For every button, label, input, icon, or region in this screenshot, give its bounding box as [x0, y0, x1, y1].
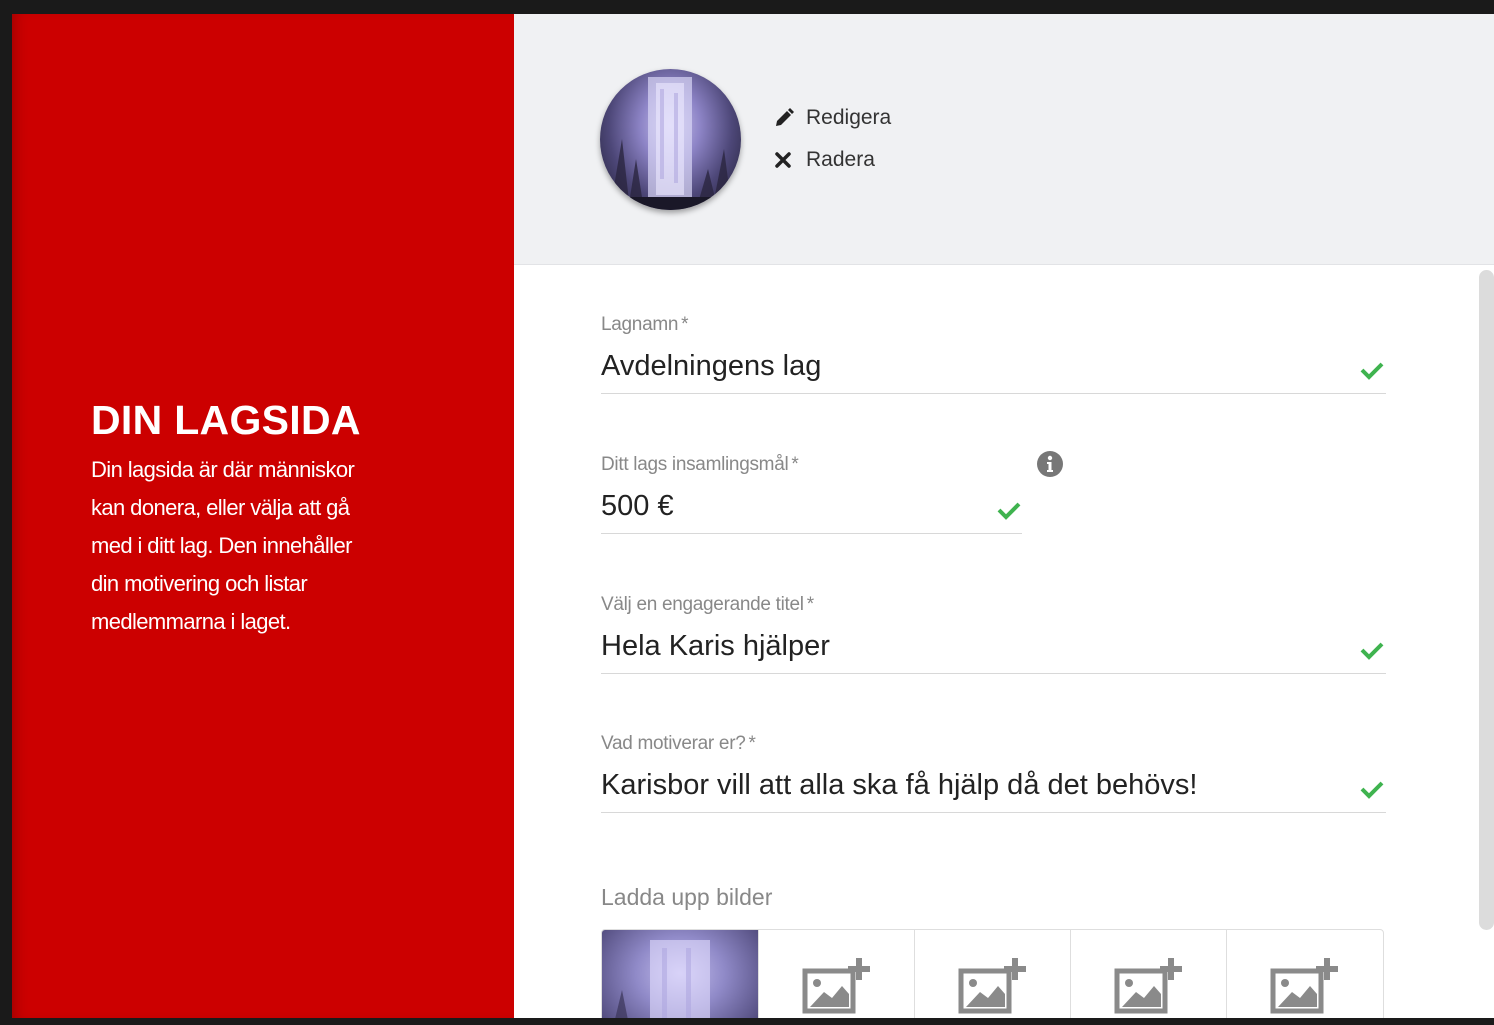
sidebar-text-line: Din lagsida är där människor	[91, 457, 355, 482]
motivation-label: Vad motiverar er? *	[601, 733, 756, 754]
team-name-input[interactable]: Avdelningens lag	[601, 350, 821, 383]
sidebar-title: DIN LAGSIDA	[91, 397, 361, 443]
goal-underline	[601, 533, 1022, 534]
edit-button[interactable]: Redigera	[774, 106, 891, 130]
sidebar-text-line: kan donera, eller välja att gå	[91, 495, 350, 520]
goal-label: Ditt lags insamlingsmål *	[601, 454, 799, 475]
check-icon	[996, 500, 1022, 520]
upload-label: Ladda upp bilder	[601, 884, 773, 910]
check-icon	[1359, 640, 1385, 660]
image-gallery	[601, 929, 1384, 1018]
add-image-icon	[1114, 958, 1184, 1018]
pencil-icon	[774, 108, 794, 128]
motivation-underline	[601, 812, 1386, 813]
motivation-input[interactable]: Karisbor vill att alla ska få hjälp då d…	[601, 769, 1197, 802]
info-icon[interactable]	[1036, 450, 1064, 478]
check-icon	[1359, 360, 1385, 380]
add-image-slot[interactable]	[1227, 930, 1383, 1018]
title-underline	[601, 673, 1386, 674]
goal-input[interactable]: 500 €	[601, 490, 674, 523]
delete-button[interactable]: Radera	[774, 148, 875, 172]
check-icon	[1359, 779, 1385, 799]
team-name-underline	[601, 393, 1386, 394]
app-frame: DIN LAGSIDA Din lagsida är där människor…	[12, 14, 1494, 1018]
add-image-slot[interactable]	[1071, 930, 1227, 1018]
motivation-field[interactable]: Vad motiverar er? * Karisbor vill att all…	[601, 733, 1386, 813]
team-name-label: Lagnamn *	[601, 314, 689, 335]
add-image-icon	[802, 958, 872, 1018]
scrollbar[interactable]	[1479, 270, 1494, 930]
edit-label: Redigera	[806, 106, 892, 129]
delete-label: Radera	[806, 148, 875, 171]
title-field[interactable]: Välj en engagerande titel * Hela Karis hj…	[601, 594, 1386, 674]
goal-field[interactable]: Ditt lags insamlingsmål * 500 €	[601, 454, 1022, 534]
title-label: Välj en engagerande titel *	[601, 594, 814, 615]
close-icon	[774, 150, 794, 170]
info-sidebar: DIN LAGSIDA Din lagsida är där människor…	[12, 14, 514, 1018]
team-avatar[interactable]	[600, 69, 741, 210]
add-image-icon	[1270, 958, 1340, 1018]
sidebar-description: Din lagsida är där människor kan donera,…	[91, 451, 436, 641]
sidebar-text-line: din motivering och listar	[91, 571, 308, 596]
profile-header: Redigera Radera	[514, 14, 1494, 265]
add-image-slot[interactable]	[915, 930, 1071, 1018]
title-input[interactable]: Hela Karis hjälper	[601, 630, 830, 663]
sidebar-text-line: medlemmarna i laget.	[91, 609, 291, 634]
add-image-slot[interactable]	[759, 930, 915, 1018]
uploaded-image-thumbnail[interactable]	[602, 930, 759, 1018]
add-image-icon	[958, 958, 1028, 1018]
team-name-field[interactable]: Lagnamn * Avdelningens lag	[601, 314, 1386, 394]
sidebar-text-line: med i ditt lag. Den innehåller	[91, 533, 352, 558]
